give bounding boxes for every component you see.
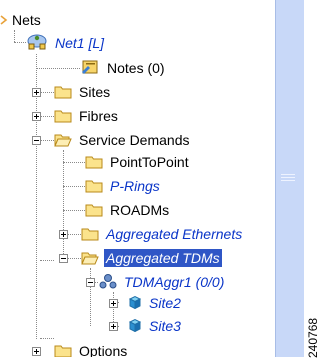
tree-line xyxy=(14,30,15,42)
tree-node-notes[interactable]: Notes (0) xyxy=(80,57,167,79)
expand-toggle[interactable] xyxy=(32,87,41,97)
folder-icon xyxy=(85,155,103,169)
tree-node-label: PointToPoint xyxy=(110,154,189,170)
site-cube-icon xyxy=(128,295,142,312)
tree-node-label: ROADMs xyxy=(110,202,170,218)
tree-line xyxy=(36,68,80,69)
figure-id-text: 240768 xyxy=(306,317,320,358)
tree-line xyxy=(40,338,54,339)
tree-node-site3[interactable]: Site3 xyxy=(109,315,183,337)
tree-node-label: Sites xyxy=(79,84,111,100)
tree-node-p-rings[interactable]: P-Rings xyxy=(85,175,162,197)
tree-node-aggregated-ethernets[interactable]: Aggregated Ethernets xyxy=(59,223,244,245)
tree-node-roadms[interactable]: ROADMs xyxy=(85,199,171,221)
tree-node-label: Aggregated TDMs xyxy=(104,249,222,267)
tree-node-label: Fibres xyxy=(79,108,118,124)
vertical-scrollbar[interactable] xyxy=(275,0,304,357)
folder-icon xyxy=(54,109,72,123)
tree-node-label: Aggregated Ethernets xyxy=(106,226,243,242)
collapse-toggle[interactable] xyxy=(86,277,95,287)
collapse-toggle[interactable] xyxy=(59,253,68,263)
tree-node-label: Site3 xyxy=(149,318,181,334)
tree-node-label: Net1 [L] xyxy=(55,35,105,51)
tree-line xyxy=(63,186,85,187)
tree-node-fibres[interactable]: Fibres xyxy=(32,105,120,127)
tree-node-point-to-point[interactable]: PointToPoint xyxy=(85,151,191,173)
expand-toggle[interactable] xyxy=(109,321,118,331)
open-folder-icon xyxy=(54,133,72,147)
tree-node-label: Notes (0) xyxy=(107,60,165,76)
expand-arrow-icon xyxy=(0,12,8,28)
tree-root-nets[interactable]: Nets xyxy=(0,9,43,31)
tree-line xyxy=(40,260,54,261)
tree-node-site2[interactable]: Site2 xyxy=(109,292,183,314)
expand-toggle[interactable] xyxy=(32,111,41,121)
notes-icon xyxy=(80,58,100,79)
tree-line xyxy=(63,210,85,211)
folder-icon xyxy=(85,203,103,217)
tree-node-sites[interactable]: Sites xyxy=(32,81,112,103)
tree-line xyxy=(63,162,85,163)
network-cloud-icon xyxy=(26,33,48,54)
expand-toggle[interactable] xyxy=(32,346,41,356)
expand-toggle[interactable] xyxy=(59,229,68,239)
tdm-aggregation-icon xyxy=(99,273,117,292)
folder-icon xyxy=(81,227,99,241)
folder-icon xyxy=(85,179,103,193)
tree-node-net1[interactable]: Net1 [L] xyxy=(26,32,106,54)
folder-icon xyxy=(54,85,72,99)
open-folder-icon xyxy=(81,251,99,265)
tree-node-label: P-Rings xyxy=(110,178,160,194)
tree-node-label: TDMAggr1 (0/0) xyxy=(124,274,225,290)
figure-id: 240768 xyxy=(292,240,320,358)
tree-node-label: Nets xyxy=(12,12,41,28)
tree-node-service-demands[interactable]: Service Demands xyxy=(32,129,192,151)
network-tree: Nets Net1 [L] Notes (0) Sites Fibres Ser… xyxy=(0,0,275,357)
tree-node-label: Service Demands xyxy=(79,132,190,148)
expand-toggle[interactable] xyxy=(109,298,118,308)
tree-node-options[interactable]: Options xyxy=(32,340,129,357)
site-cube-icon xyxy=(128,318,142,335)
collapse-toggle[interactable] xyxy=(32,135,41,145)
tree-node-label: Options xyxy=(79,343,128,357)
scrollbar-grip-icon[interactable] xyxy=(281,172,295,184)
tree-node-aggregated-tdms[interactable]: Aggregated TDMs xyxy=(59,247,222,269)
tree-line xyxy=(14,42,26,43)
folder-icon xyxy=(54,344,72,357)
tree-node-label: Site2 xyxy=(149,295,181,311)
tree-node-tdm-aggr1[interactable]: TDMAggr1 (0/0) xyxy=(86,271,226,293)
